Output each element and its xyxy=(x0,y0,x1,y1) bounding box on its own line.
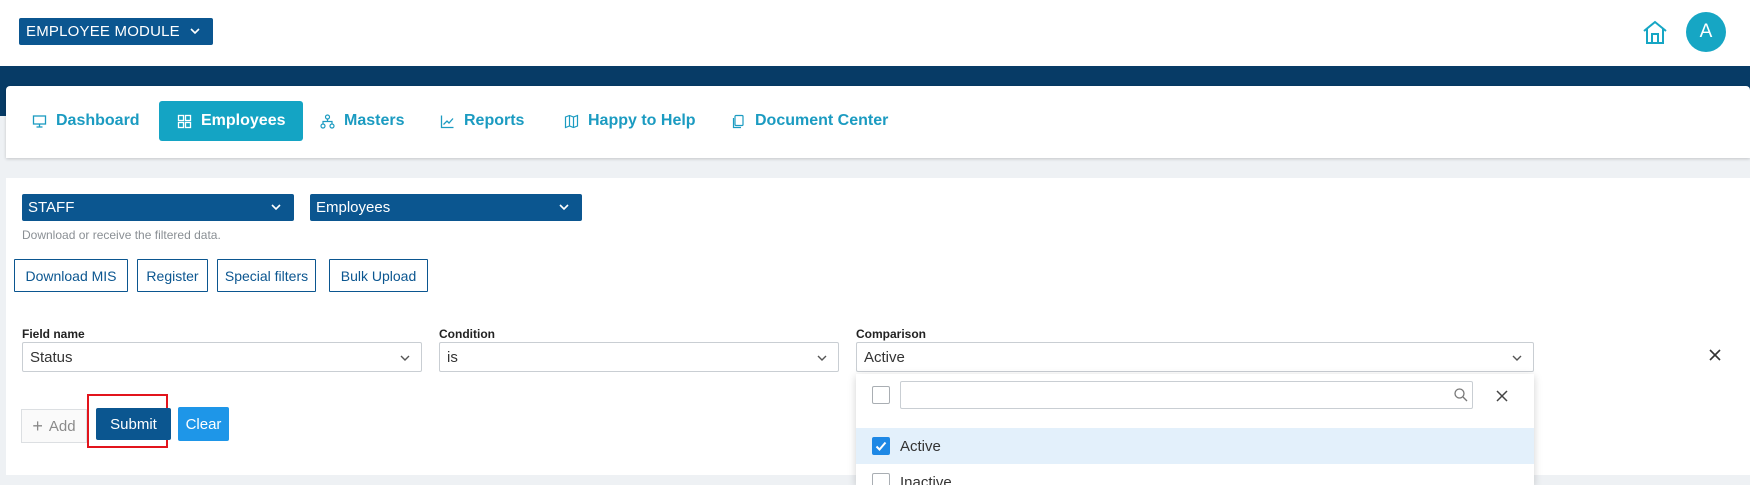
chevron-down-icon xyxy=(1512,355,1522,361)
field-name-value: Status xyxy=(30,348,73,366)
submit-button[interactable]: Submit xyxy=(96,408,171,440)
field-name-select[interactable]: Status xyxy=(22,342,422,372)
documents-icon xyxy=(732,114,744,128)
bulk-upload-button[interactable]: Bulk Upload xyxy=(329,259,428,292)
field-name-label: Field name xyxy=(22,327,85,341)
top-bar: EMPLOYEE MODULE A xyxy=(0,0,1750,66)
category-select[interactable]: STAFF xyxy=(22,194,294,221)
tab-masters[interactable]: Masters xyxy=(320,101,404,141)
tab-employees[interactable]: Employees xyxy=(159,101,304,141)
option-inactive[interactable]: Inactive xyxy=(856,464,1534,485)
avatar-initial: A xyxy=(1699,21,1713,42)
add-label: Add xyxy=(48,417,76,435)
comparison-select[interactable]: Active xyxy=(856,342,1534,372)
tab-label: Employees xyxy=(201,112,286,129)
category-select-value: STAFF xyxy=(28,199,75,216)
dataset-select[interactable]: Employees xyxy=(310,194,582,221)
avatar[interactable]: A xyxy=(1686,12,1726,52)
condition-value: is xyxy=(447,348,458,366)
tab-reports[interactable]: Reports xyxy=(440,101,524,141)
checkmark-icon xyxy=(875,441,887,451)
home-icon[interactable] xyxy=(1640,18,1670,46)
select-all-checkbox[interactable] xyxy=(872,386,890,404)
map-icon xyxy=(564,114,579,128)
module-selector[interactable]: EMPLOYEE MODULE xyxy=(19,18,213,45)
plus-icon: + xyxy=(32,416,43,436)
search-icon xyxy=(1454,388,1468,402)
module-selector-label: EMPLOYEE MODULE xyxy=(26,23,180,40)
dropdown-search-input[interactable] xyxy=(900,381,1473,409)
remove-criteria-icon[interactable] xyxy=(1704,344,1726,366)
hierarchy-icon xyxy=(320,113,335,129)
download-mis-button[interactable]: Download MIS xyxy=(14,259,128,292)
tab-label: Document Center xyxy=(755,112,889,129)
main-nav: Dashboard Employees Masters Reports Happ… xyxy=(6,86,1750,158)
option-checkbox[interactable] xyxy=(872,437,890,455)
comparison-value: Active xyxy=(864,348,905,366)
chevron-down-icon xyxy=(817,355,827,361)
option-label: Active xyxy=(900,437,941,455)
condition-label: Condition xyxy=(439,327,495,341)
dataset-select-value: Employees xyxy=(316,199,391,216)
add-criteria-button[interactable]: + Add xyxy=(21,409,87,443)
tab-label: Happy to Help xyxy=(588,112,696,129)
tab-happy-to-help[interactable]: Happy to Help xyxy=(564,101,696,141)
trend-chart-icon xyxy=(440,115,454,128)
chevron-down-icon xyxy=(271,204,281,211)
tab-label: Reports xyxy=(464,112,525,129)
register-button[interactable]: Register xyxy=(137,259,208,292)
close-icon[interactable] xyxy=(1494,388,1510,404)
monitor-icon xyxy=(32,114,47,128)
condition-select[interactable]: is xyxy=(439,342,839,372)
tab-document-center[interactable]: Document Center xyxy=(731,101,888,141)
chevron-down-icon xyxy=(400,355,410,361)
tab-label: Masters xyxy=(344,112,405,129)
option-active[interactable]: Active xyxy=(856,428,1534,464)
clear-button[interactable]: Clear xyxy=(178,407,229,441)
special-filters-button[interactable]: Special filters xyxy=(217,259,316,292)
chevron-down-icon xyxy=(559,204,569,211)
filter-hint: Download or receive the filtered data. xyxy=(22,228,221,242)
chevron-down-icon xyxy=(190,28,200,35)
comparison-dropdown-panel: Active Inactive xyxy=(856,374,1534,485)
option-label: Inactive xyxy=(900,473,952,485)
tab-label: Dashboard xyxy=(56,112,140,129)
comparison-label: Comparison xyxy=(856,327,927,341)
grid-icon xyxy=(177,114,192,128)
option-checkbox[interactable] xyxy=(872,473,890,485)
tab-dashboard[interactable]: Dashboard xyxy=(32,101,140,141)
